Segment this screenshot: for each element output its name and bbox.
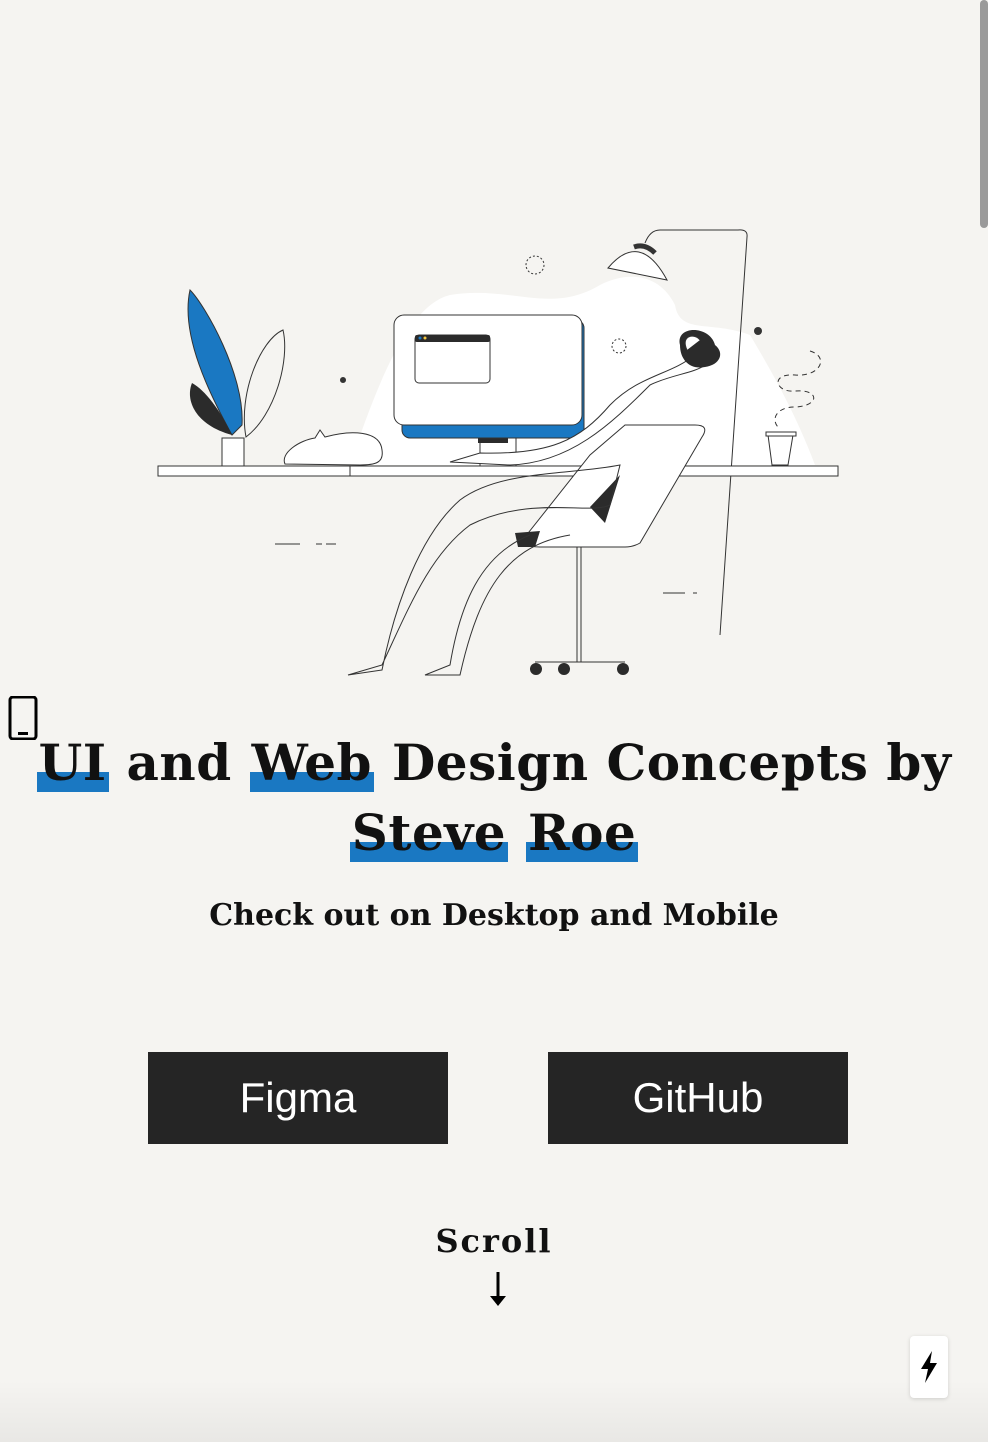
title-word-design: Design [391, 733, 589, 792]
scroll-label[interactable]: Scroll [0, 1222, 988, 1260]
title-word-and: and [126, 733, 232, 792]
title-word-by: by [886, 733, 952, 792]
title-word-steve: Steve [349, 803, 509, 862]
title-word-concepts: Concepts [606, 733, 869, 792]
page-title: UI and Web Design Concepts by Steve Roe [0, 728, 988, 868]
hero-illustration [157, 229, 839, 676]
lightning-action-button[interactable] [910, 1336, 948, 1398]
title-word-roe: Roe [526, 803, 639, 862]
lightning-bolt-icon [921, 1351, 937, 1383]
bottom-shade [0, 1380, 988, 1442]
title-word-ui: UI [36, 733, 109, 792]
title-word-web: Web [249, 733, 375, 792]
scrollbar-thumb[interactable] [980, 0, 988, 228]
figma-button[interactable]: Figma [148, 1052, 448, 1144]
subtitle: Check out on Desktop and Mobile [209, 898, 779, 933]
github-button[interactable]: GitHub [548, 1052, 848, 1144]
arrow-down-icon[interactable] [487, 1270, 509, 1308]
